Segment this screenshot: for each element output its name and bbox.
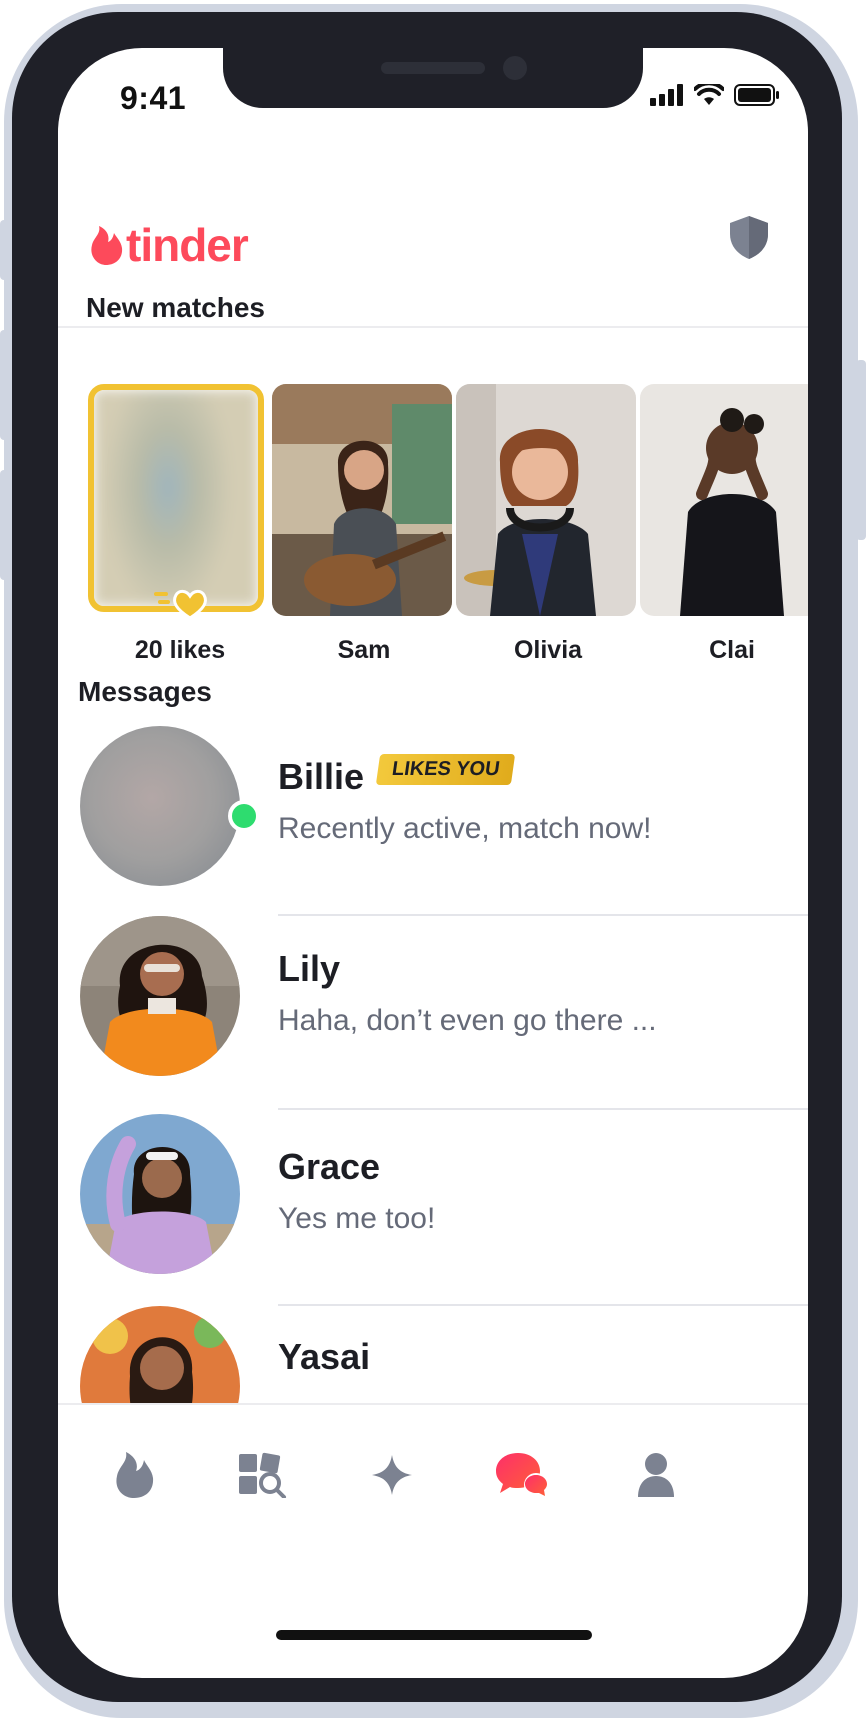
safety-shield-button[interactable] (728, 214, 770, 265)
tinder-logo[interactable]: tinder (88, 218, 249, 272)
likes-card-item[interactable]: 20 likes (88, 384, 272, 664)
online-status-dot (228, 800, 260, 832)
divider (278, 1108, 808, 1110)
match-label: Sam (337, 636, 391, 664)
match-item-olivia[interactable]: Olivia (456, 384, 640, 664)
status-time: 9:41 (120, 80, 187, 116)
profile-icon (638, 1453, 674, 1497)
message-row-lily[interactable]: Lily Haha, don’t even go there ... (58, 916, 808, 1096)
chat-icon (496, 1453, 548, 1497)
flame-logo-icon (91, 226, 123, 265)
message-preview: Recently active, match now! (278, 812, 652, 845)
match-item-sam[interactable]: Sam (272, 384, 456, 664)
battery-icon (734, 84, 779, 106)
messages-title: Messages (78, 676, 212, 707)
message-name: Billie (278, 756, 365, 797)
bottom-tab-bar (58, 1403, 808, 1575)
flame-icon (116, 1452, 154, 1498)
message-row-billie[interactable]: Billie LIKES YOU Recently active, match … (58, 724, 808, 904)
likes-you-badge: LIKES YOU (375, 754, 516, 785)
profile-photo-sam (272, 384, 452, 616)
logo-wordmark: tinder (126, 219, 249, 271)
volume-up-button (0, 330, 8, 440)
avatar-lily[interactable] (80, 916, 240, 1076)
profile-photo-clai (640, 384, 808, 616)
tab-gold[interactable] (362, 1445, 422, 1505)
match-label: Olivia (513, 636, 583, 664)
likes-card[interactable] (88, 384, 264, 612)
message-preview: Haha, don’t even go there ... (278, 1004, 657, 1037)
tab-explore[interactable] (232, 1445, 292, 1505)
power-button (856, 360, 866, 540)
match-label: Clai (709, 636, 755, 664)
tab-messages[interactable] (492, 1445, 552, 1505)
wifi-icon (694, 84, 724, 105)
sparkle-icon (372, 1455, 412, 1495)
message-name: Yasai (278, 1336, 371, 1377)
message-name: Grace (278, 1146, 381, 1187)
blurred-avatar-photo (80, 726, 240, 886)
speaker-grille (381, 62, 485, 74)
match-photo-clai[interactable] (640, 384, 808, 616)
shield-icon (730, 216, 768, 259)
avatar-grace[interactable] (80, 1114, 240, 1274)
notch (223, 48, 643, 108)
volume-down-button (0, 470, 8, 580)
phone-screen: 9:41 tinder New matches 20 likes Sam Oli… (58, 48, 808, 1678)
mute-switch (0, 220, 8, 280)
match-label: 20 likes (134, 636, 226, 664)
lily-avatar-photo (80, 916, 240, 1076)
match-item-clai[interactable]: Clai (640, 384, 808, 664)
profile-photo-olivia (456, 384, 636, 616)
match-photo-sam[interactable] (272, 384, 452, 616)
status-icons (650, 84, 780, 106)
gold-heart-badge-icon (154, 589, 207, 620)
avatar-billie[interactable] (80, 726, 240, 886)
home-indicator[interactable] (276, 1630, 592, 1640)
message-row-grace[interactable]: Grace Yes me too! (58, 1114, 808, 1294)
cellular-signal-icon (650, 84, 683, 106)
front-camera (503, 56, 527, 80)
tab-discover[interactable] (104, 1445, 164, 1505)
tab-profile[interactable] (626, 1445, 686, 1505)
match-photo-olivia[interactable] (456, 384, 636, 616)
grace-avatar-photo (80, 1114, 240, 1274)
blurred-profile-photo (94, 390, 258, 606)
message-preview: Yes me too! (278, 1202, 436, 1235)
message-name: Lily (278, 948, 341, 989)
new-matches-title: New matches (86, 292, 265, 323)
explore-icon (239, 1452, 286, 1498)
